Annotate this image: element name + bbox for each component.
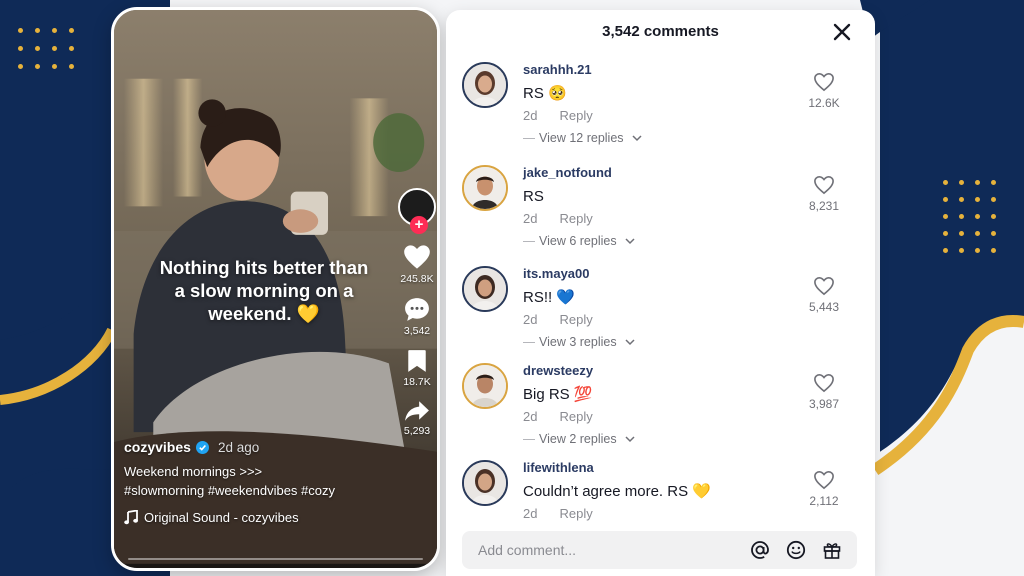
comment-like-count: 5,443 [808,300,840,314]
mention-icon[interactable] [749,539,771,561]
comment-username[interactable]: lifewithlena [523,460,803,476]
post-time: 2d ago [217,439,260,455]
comment-time: 2d [523,409,538,424]
avatar[interactable] [462,363,508,409]
gift-icon[interactable] [821,539,843,561]
view-replies-label: View 6 replies [539,234,617,248]
heart-outline-icon [814,72,834,92]
bookmark-icon [408,350,426,372]
comment-action[interactable]: 3,542 [397,297,437,337]
heart-outline-icon [814,373,834,393]
comment-time: 2d [523,108,538,123]
comment-like[interactable]: 5,443 [804,276,844,314]
share-icon [405,401,429,421]
view-replies-button[interactable]: View 12 replies [523,131,803,145]
comment-like[interactable]: 12.6K [804,72,844,110]
decorative-dots-left [18,28,74,69]
description-hashtags[interactable]: #slowmorning #weekendvibes #cozy [124,481,384,500]
decorative-dots-right [943,180,996,253]
comment-item: jake_notfound RS 2d Reply View 6 replies … [462,165,862,265]
comment-text: RS 🥺 [523,85,567,102]
comments-count-title: 3,542 comments [602,23,719,40]
comment-like-count: 8,231 [808,199,840,213]
comment-text: RS [523,188,544,205]
video-progress-bar[interactable] [128,558,423,560]
reply-button[interactable]: Reply [559,312,592,327]
comment-icon [405,298,429,321]
comment-count: 3,542 [403,325,431,337]
comment-item: sarahhh.21 RS 🥺 2d Reply View 12 replies … [462,62,862,162]
comment-username[interactable]: its.maya00 [523,266,803,282]
chevron-down-icon [625,339,635,346]
reply-button[interactable]: Reply [559,211,592,226]
video-info: cozyvibes 2d ago Weekend mornings >>> #s… [124,439,384,525]
comment-username[interactable]: sarahhh.21 [523,62,803,78]
view-replies-label: View 3 replies [539,335,617,349]
reply-button[interactable]: Reply [559,108,592,123]
comment-like[interactable]: 2,112 [804,470,844,508]
comment-username[interactable]: jake_notfound [523,165,803,181]
video-side-actions: + 245.8K 3,542 18.7K 5,293 [397,188,437,437]
comment-time: 2d [523,312,538,327]
heart-icon [404,245,430,269]
emoji-icon[interactable] [785,539,807,561]
view-replies-button[interactable]: View 3 replies [523,335,803,349]
like-count: 245.8K [400,273,434,285]
add-comment-bar[interactable]: Add comment... [462,531,857,569]
like-action[interactable]: 245.8K [397,244,437,285]
reply-button[interactable]: Reply [559,409,592,424]
comment-text: Couldn’t agree more. RS 💛 [523,483,711,500]
heart-outline-icon [814,175,834,195]
comment-item: its.maya00 RS!! 💙 2d Reply View 3 replies… [462,266,862,366]
video-description: Weekend mornings >>> #slowmorning #weeke… [124,462,384,500]
description-line-1: Weekend mornings >>> [124,464,263,479]
share-count: 5,293 [403,425,431,437]
chevron-down-icon [625,436,635,443]
music-note-icon [124,510,138,525]
creator-avatar[interactable]: + [398,188,436,234]
comment-like-count: 12.6K [808,96,840,110]
view-replies-button[interactable]: View 2 replies [523,432,803,446]
comment-item: lifewithlena Couldn’t agree more. RS 💛 2… [462,460,862,530]
comment-like[interactable]: 3,987 [804,373,844,411]
comment-text: Big RS 💯 [523,386,593,403]
comment-item: drewsteezy Big RS 💯 2d Reply View 2 repli… [462,363,862,463]
comments-panel: 3,542 comments sarahhh.21 RS 🥺 2d Reply V… [446,10,875,576]
comment-username[interactable]: drewsteezy [523,363,803,379]
view-replies-label: View 2 replies [539,432,617,446]
close-icon[interactable] [833,23,851,41]
chevron-down-icon [632,135,642,142]
video-caption-overlay: Nothing hits better than a slow morning … [159,257,369,324]
heart-outline-icon [814,470,834,490]
chevron-down-icon [625,238,635,245]
verified-icon [195,440,209,454]
sound-row[interactable]: Original Sound - cozyvibes [124,510,384,525]
comments-header: 3,542 comments [446,10,875,54]
avatar[interactable] [462,460,508,506]
comment-like-count: 3,987 [808,397,840,411]
sound-name[interactable]: Original Sound - cozyvibes [144,510,299,525]
save-count: 18.7K [403,376,431,388]
comment-like-count: 2,112 [809,494,839,508]
share-action[interactable]: 5,293 [397,400,437,437]
save-action[interactable]: 18.7K [397,349,437,388]
creator-username[interactable]: cozyvibes [124,439,191,455]
comment-time: 2d [523,506,538,521]
view-replies-button[interactable]: View 6 replies [523,234,803,248]
reply-button[interactable]: Reply [559,506,592,521]
heart-outline-icon [814,276,834,296]
add-comment-input[interactable]: Add comment... [462,542,749,558]
avatar[interactable] [462,165,508,211]
view-replies-label: View 12 replies [539,131,624,145]
avatar[interactable] [462,266,508,312]
follow-plus-icon[interactable]: + [410,216,428,234]
comment-time: 2d [523,211,538,226]
comment-like[interactable]: 8,231 [804,175,844,213]
video-phone-frame[interactable]: Nothing hits better than a slow morning … [111,7,440,571]
comment-text: RS!! 💙 [523,289,576,306]
avatar[interactable] [462,62,508,108]
